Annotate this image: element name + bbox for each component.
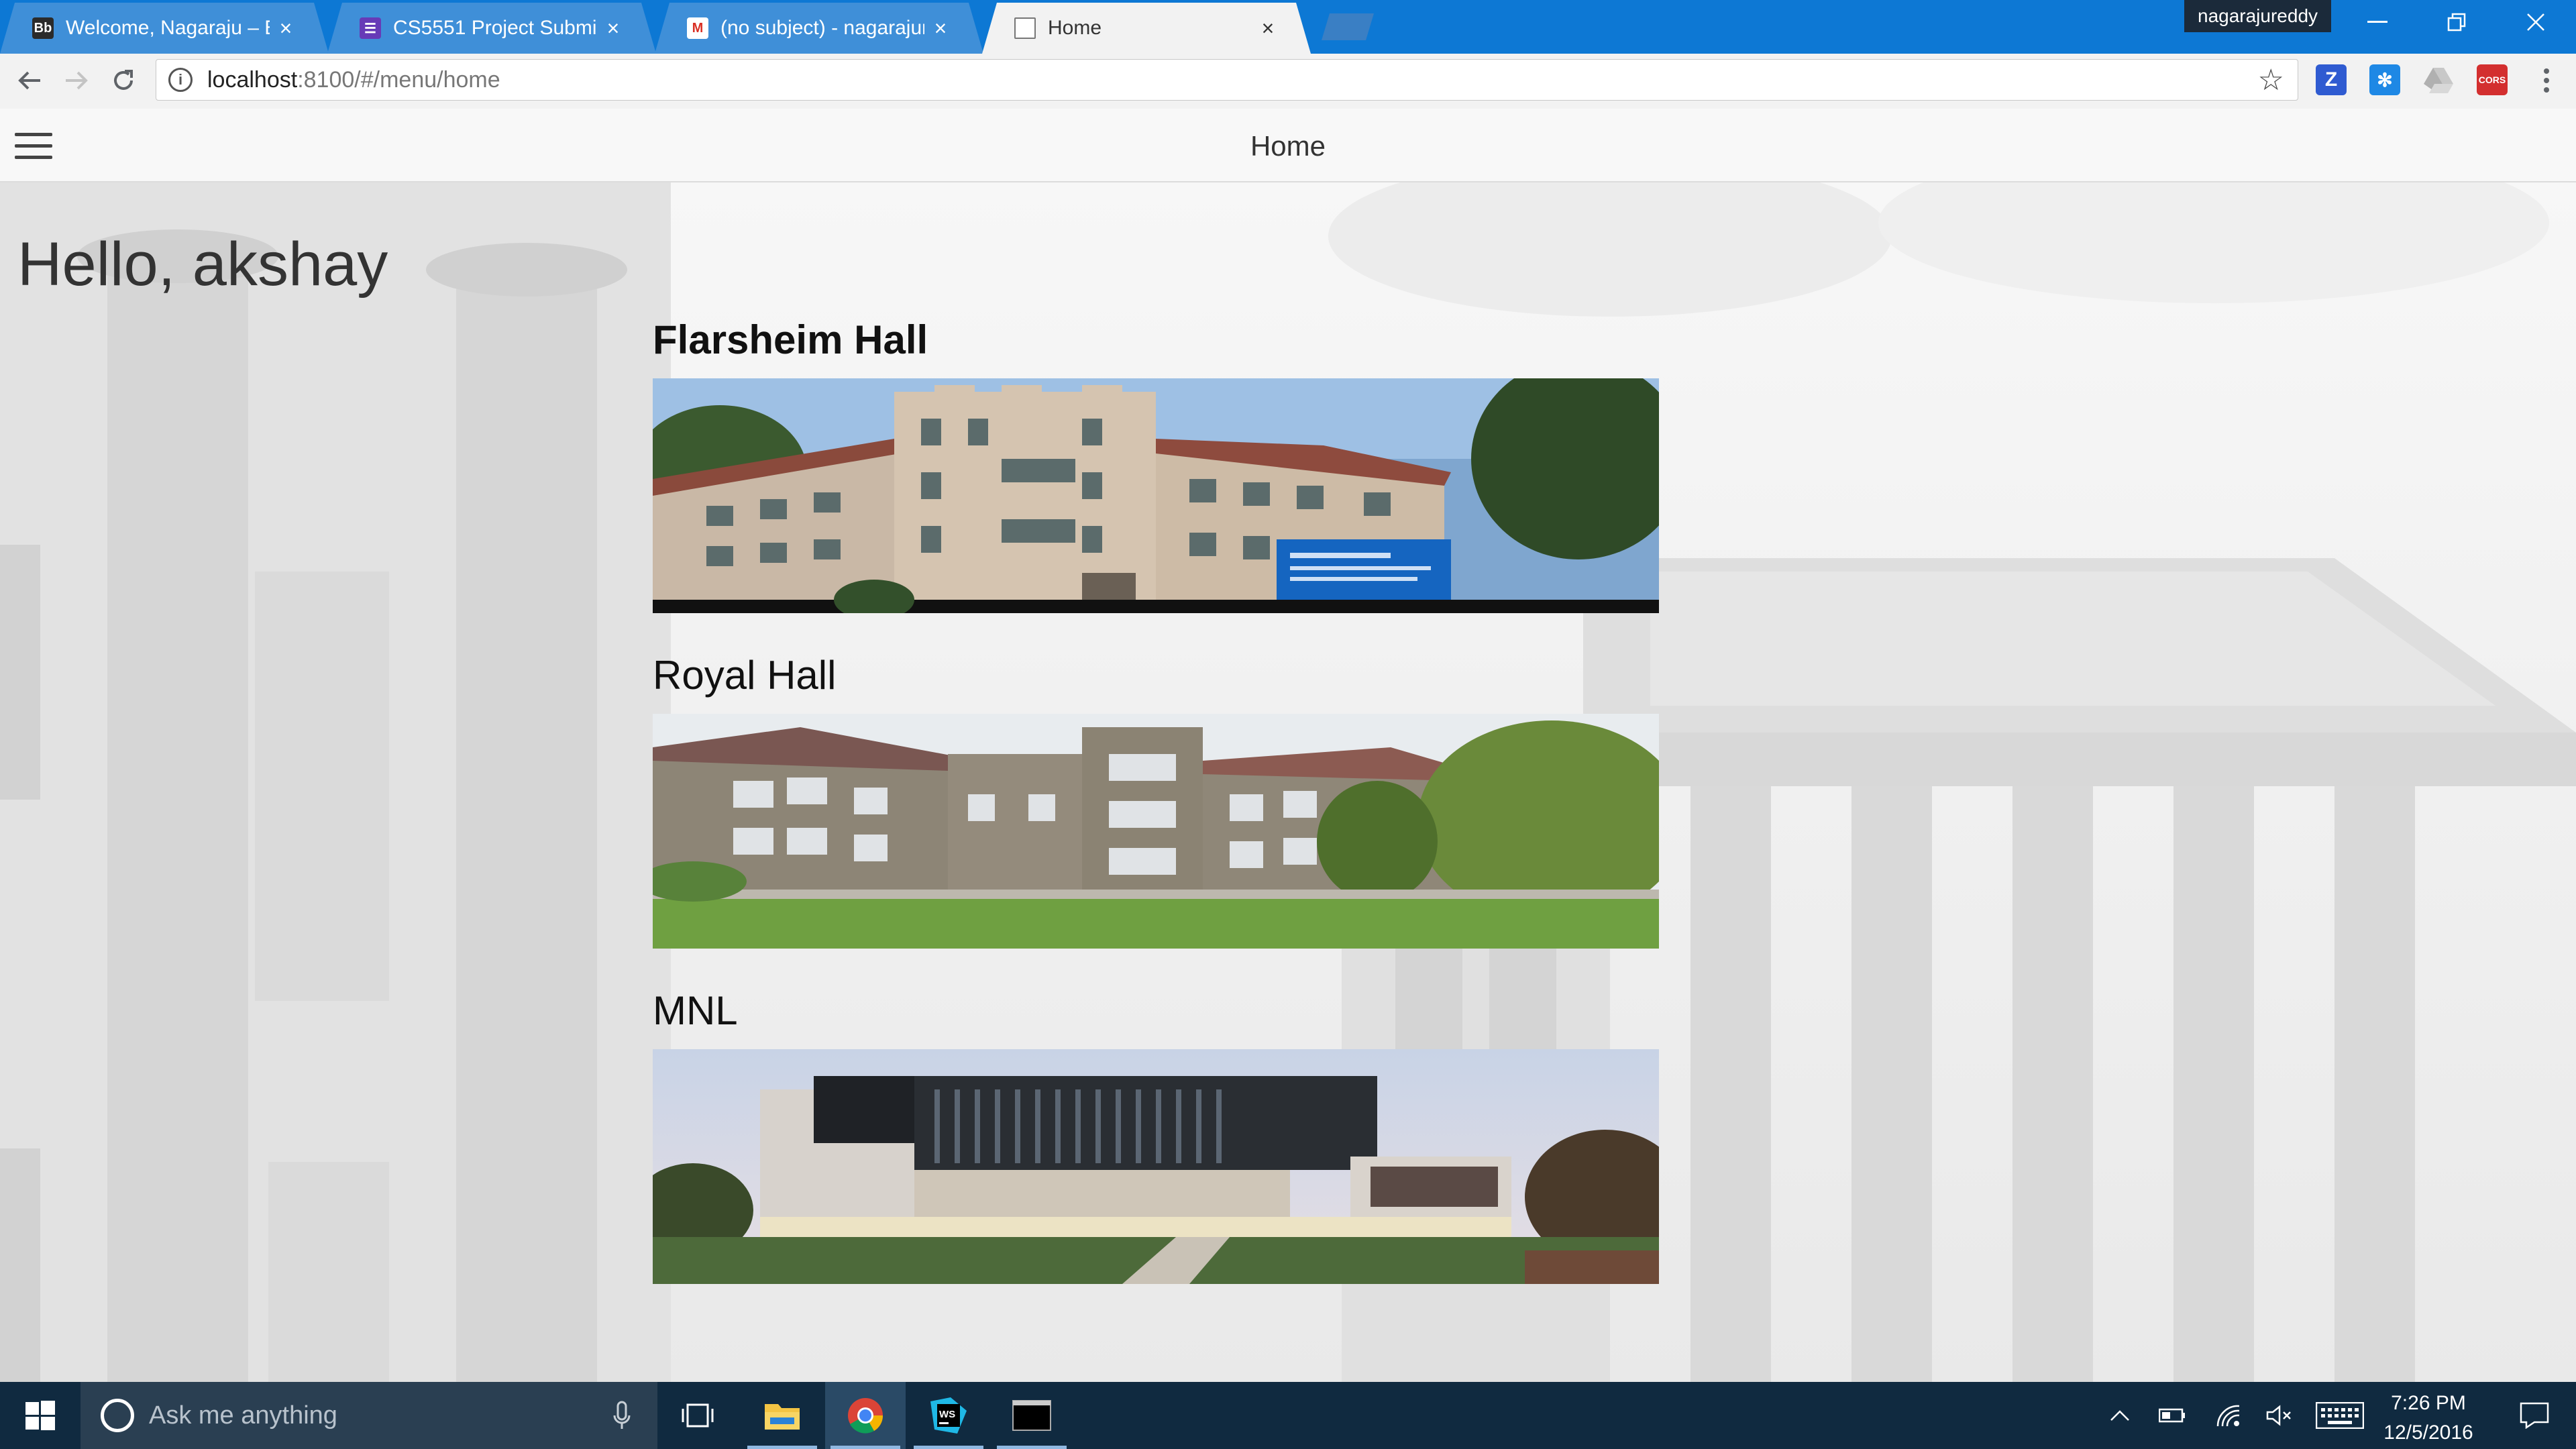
cortana-icon <box>101 1399 134 1432</box>
bookmark-star-icon[interactable]: ☆ <box>2258 63 2284 97</box>
action-center-button[interactable] <box>2501 1382 2568 1449</box>
webstorm-icon: WS <box>930 1397 967 1434</box>
reload-button[interactable] <box>105 62 142 99</box>
more-vert-icon <box>2544 68 2549 93</box>
browser-toolbar: i localhost:8100/#/menu/home ☆ Z ✻ CORS <box>0 54 2576 109</box>
greeting-text: Hello, akshay <box>17 230 388 299</box>
windows-logo-icon <box>25 1401 55 1430</box>
drive-icon <box>2424 68 2453 93</box>
tab-title: Welcome, Nagaraju – Bla <box>66 17 259 39</box>
show-hidden-icons-button[interactable] <box>2100 1382 2140 1449</box>
drive-extension-icon[interactable] <box>2423 64 2454 95</box>
minimize-icon <box>2367 21 2387 23</box>
flarsheim-hall-photo <box>653 378 1659 613</box>
place-title-flarsheim-hall[interactable]: Flarsheim Hall <box>653 317 928 363</box>
mnl-photo <box>653 1049 1659 1284</box>
tab-gmail[interactable]: M (no subject) - nagarajure × <box>655 3 983 54</box>
start-button[interactable] <box>0 1382 80 1449</box>
address-bar[interactable]: i localhost:8100/#/menu/home ☆ <box>156 59 2298 101</box>
notification-icon <box>2520 1402 2549 1429</box>
keyboard-icon <box>2316 1402 2364 1429</box>
system-clock[interactable]: 7:26 PM 12/5/2016 <box>2361 1389 2496 1448</box>
close-window-button[interactable] <box>2497 0 2575 44</box>
close-icon <box>2527 13 2544 31</box>
microphone-icon[interactable] <box>613 1401 631 1430</box>
arrow-right-icon <box>66 71 88 90</box>
blackboard-icon: Bb <box>32 17 54 39</box>
browser-tab-strip: Bb Welcome, Nagaraju – Bla × ☰ CS5551 Pr… <box>0 0 2576 54</box>
restore-button[interactable] <box>2418 0 2496 44</box>
royal-hall-photo <box>653 714 1659 949</box>
zotero-extension-icon[interactable]: Z <box>2316 64 2347 95</box>
profile-button[interactable]: nagarajureddy <box>2184 0 2332 32</box>
file-explorer-taskbar-button[interactable] <box>742 1382 822 1449</box>
forms-icon: ☰ <box>360 17 381 39</box>
forward-button[interactable] <box>58 62 95 99</box>
place-image-mnl[interactable] <box>653 1049 1659 1284</box>
clock-time: 7:26 PM <box>2391 1392 2466 1414</box>
task-view-icon <box>682 1403 714 1428</box>
chrome-menu-button[interactable] <box>2533 62 2560 99</box>
chrome-icon <box>848 1398 883 1434</box>
page-icon <box>1014 17 1036 39</box>
tab-project-submission[interactable]: ☰ CS5551 Project Submissi × <box>327 3 656 54</box>
new-tab-button[interactable] <box>1322 13 1374 40</box>
task-view-button[interactable] <box>657 1382 738 1449</box>
close-icon[interactable]: × <box>931 16 950 41</box>
cortana-search-box[interactable]: Ask me anything <box>80 1382 657 1449</box>
url-text[interactable]: localhost:8100/#/menu/home <box>207 67 500 93</box>
network-button[interactable] <box>2208 1382 2249 1449</box>
place-title-royal-hall[interactable]: Royal Hall <box>653 652 836 698</box>
app-viewport: Home Hello, akshay Flarsheim Hall Royal … <box>0 109 2576 1382</box>
snowflake-extension-icon[interactable]: ✻ <box>2369 64 2400 95</box>
battery-icon <box>2159 1408 2185 1423</box>
tab-home[interactable]: Home × <box>982 3 1311 54</box>
restore-icon <box>2447 13 2466 32</box>
cors-extension-icon[interactable]: CORS <box>2477 64 2508 95</box>
gmail-icon: M <box>687 17 708 39</box>
svg-text:WS: WS <box>939 1409 955 1420</box>
reload-icon <box>114 70 133 90</box>
tab-title: (no subject) - nagarajure <box>720 17 924 39</box>
back-button[interactable] <box>11 62 48 99</box>
battery-button[interactable] <box>2152 1382 2192 1449</box>
place-image-flarsheim-hall[interactable] <box>653 378 1659 613</box>
info-icon[interactable]: i <box>168 68 193 92</box>
url-host: localhost <box>207 66 298 93</box>
close-icon[interactable]: × <box>604 16 623 41</box>
webstorm-taskbar-button[interactable]: WS <box>908 1382 989 1449</box>
tab-blackboard[interactable]: Bb Welcome, Nagaraju – Bla × <box>0 3 329 54</box>
place-title-mnl[interactable]: MNL <box>653 987 738 1034</box>
terminal-taskbar-button[interactable] <box>991 1382 1072 1449</box>
folder-icon <box>765 1404 800 1430</box>
page-title: Home <box>1250 130 1326 162</box>
chevron-up-icon <box>2110 1410 2129 1421</box>
chrome-taskbar-button[interactable] <box>825 1382 906 1449</box>
terminal-icon <box>1012 1400 1051 1431</box>
windows-taskbar: Ask me anything WS 7:26 PM 12/5/2016 <box>0 1382 2576 1449</box>
minimize-button[interactable] <box>2339 0 2416 44</box>
app-header: Home <box>0 109 2576 182</box>
arrow-left-icon <box>18 71 40 90</box>
wifi-icon <box>2216 1405 2240 1427</box>
close-icon[interactable]: × <box>276 16 295 41</box>
close-icon[interactable]: × <box>1258 16 1277 41</box>
tab-title: Home <box>1048 17 1102 39</box>
touch-keyboard-button[interactable] <box>2313 1382 2367 1449</box>
url-path: :8100/#/menu/home <box>297 66 500 93</box>
volume-muted-icon <box>2266 1405 2291 1426</box>
clock-date: 12/5/2016 <box>2383 1421 2473 1444</box>
tab-title: CS5551 Project Submissi <box>393 17 597 39</box>
volume-button[interactable] <box>2259 1382 2300 1449</box>
place-image-royal-hall[interactable] <box>653 714 1659 949</box>
search-placeholder: Ask me anything <box>149 1401 337 1430</box>
